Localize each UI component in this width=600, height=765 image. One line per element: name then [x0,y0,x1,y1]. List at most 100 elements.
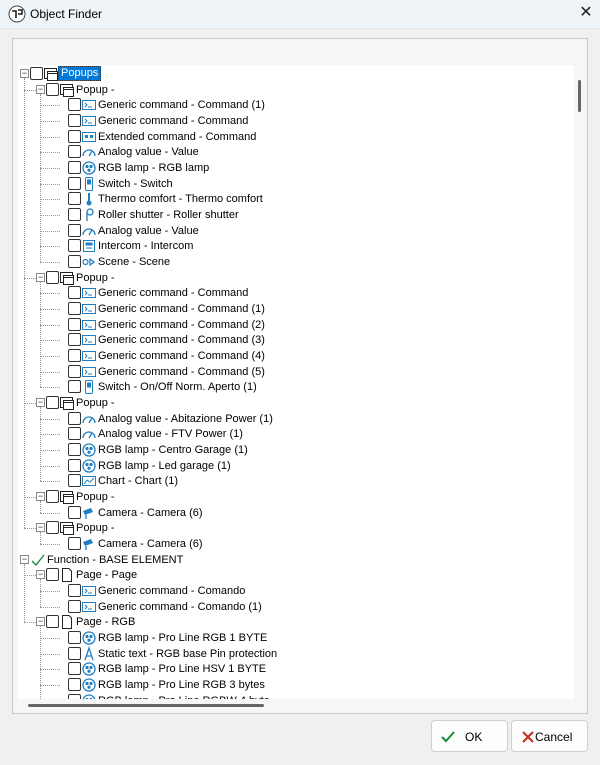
tree-item[interactable]: Extended command - Command [18,129,574,145]
tree-item[interactable]: Generic command - Command (1) [18,301,574,317]
tree-item[interactable]: − Page - RGB [18,614,574,630]
ok-button[interactable]: OK [431,720,508,752]
tree-item[interactable]: RGB lamp - Pro Line RGB 1 BYTE [18,630,574,646]
tree-item[interactable]: Analog value - Abitazione Power (1) [18,411,574,427]
item-checkbox[interactable] [68,317,81,331]
collapse-toggle-icon[interactable]: − [36,272,45,282]
item-checkbox[interactable] [46,521,59,535]
item-checkbox[interactable] [68,678,81,692]
tree-item[interactable]: − Popup - [18,489,574,505]
tree-item[interactable]: Analog value - Value [18,223,574,239]
item-checkbox[interactable] [68,427,81,441]
collapse-toggle-icon[interactable]: − [36,570,45,580]
tree-item[interactable]: Generic command - Command [18,285,574,301]
item-checkbox[interactable] [68,255,81,269]
item-checkbox[interactable] [46,490,59,504]
tree-item[interactable]: Switch - On/Off Norm. Aperto (1) [18,379,574,395]
tree-item[interactable]: − Popup - [18,395,574,411]
tree-item[interactable]: Generic command - Command (2) [18,317,574,333]
item-checkbox[interactable] [68,599,81,613]
item-checkbox[interactable] [46,396,59,410]
tree-item[interactable]: − Popup - [18,270,574,286]
item-checkbox[interactable] [68,114,81,127]
collapse-toggle-icon[interactable]: − [36,492,45,502]
tree-item[interactable]: RGB lamp - RGB lamp [18,160,574,176]
collapse-toggle-icon[interactable]: − [20,554,29,564]
item-checkbox[interactable] [68,192,81,206]
item-checkbox[interactable] [68,145,81,159]
tree-item-label: Static text - RGB base Pin protection [98,647,278,660]
item-checkbox[interactable] [68,364,81,378]
tree-item[interactable]: Camera - Camera (6) [18,536,574,552]
object-tree[interactable]: − Popups − Popup - Generic command - Command… [18,65,574,699]
collapse-toggle-icon[interactable]: − [36,398,45,408]
cancel-button[interactable]: Cancel [511,720,588,752]
item-checkbox[interactable] [68,239,81,253]
item-checkbox[interactable] [68,411,81,425]
item-checkbox[interactable] [68,129,81,143]
vertical-scroll-thumb[interactable] [578,80,581,112]
item-checkbox[interactable] [68,662,81,676]
item-checkbox[interactable] [68,693,81,699]
item-checkbox[interactable] [68,176,81,190]
tree-item[interactable]: Analog value - Value [18,144,574,160]
item-checkbox[interactable] [68,349,81,363]
tree-item[interactable]: Generic command - Command (5) [18,364,574,380]
tree-item[interactable]: − Page - Page [18,567,574,583]
tree-item[interactable]: Camera - Camera (6) [18,505,574,521]
tree-item[interactable]: Scene - Scene [18,254,574,270]
item-checkbox[interactable] [68,161,81,175]
tree-item[interactable]: Generic command - Command [18,113,574,129]
item-checkbox[interactable] [68,474,81,488]
close-x-icon [522,731,534,743]
item-checkbox[interactable] [46,615,59,629]
item-checkbox[interactable] [68,537,81,551]
item-checkbox[interactable] [68,380,81,394]
tree-item[interactable]: RGB lamp - Centro Garage (1) [18,442,574,458]
item-checkbox[interactable] [68,98,81,112]
horizontal-scroll-thumb[interactable] [28,704,264,707]
tree-item[interactable]: RGB lamp - Pro Line RGBW 4 byte [18,693,574,699]
item-checkbox[interactable] [68,458,81,472]
item-checkbox[interactable] [68,631,81,645]
tree-item[interactable]: − Popup - [18,82,574,98]
tree-item[interactable]: Thermo comfort - Thermo comfort [18,191,574,207]
tree-item[interactable]: RGB lamp - Pro Line HSV 1 BYTE [18,661,574,677]
tree-item-selected[interactable]: − Popups [18,66,574,82]
generic-command-icon [81,97,97,113]
collapse-toggle-icon[interactable]: − [20,69,29,78]
collapse-toggle-icon[interactable]: − [36,523,45,533]
item-checkbox[interactable] [46,82,59,96]
tree-item[interactable]: Switch - Switch [18,176,574,192]
tree-item[interactable]: Chart - Chart (1) [18,473,574,489]
tree-item[interactable]: Generic command - Comando (1) [18,599,574,615]
item-checkbox[interactable] [30,67,43,80]
close-button[interactable]: ✕ [574,2,598,24]
item-checkbox[interactable] [68,286,81,300]
tree-item[interactable]: Generic command - Comando [18,583,574,599]
item-checkbox[interactable] [68,646,81,660]
tree-item[interactable]: Roller shutter - Roller shutter [18,207,574,223]
collapse-toggle-icon[interactable]: − [36,617,45,627]
tree-item[interactable]: RGB lamp - Pro Line RGB 3 bytes [18,677,574,693]
item-checkbox[interactable] [68,302,81,316]
item-checkbox[interactable] [68,443,81,457]
tree-item[interactable]: Intercom - Intercom [18,238,574,254]
item-checkbox[interactable] [68,208,81,222]
item-checkbox[interactable] [46,270,59,284]
vertical-scrollbar[interactable] [576,70,584,698]
tree-item[interactable]: Generic command - Command (4) [18,348,574,364]
tree-item[interactable]: − Function - BASE ELEMENT [18,552,574,568]
tree-item[interactable]: RGB lamp - Led garage (1) [18,458,574,474]
collapse-toggle-icon[interactable]: − [36,84,45,94]
item-checkbox[interactable] [68,505,81,519]
tree-item[interactable]: Generic command - Command (3) [18,332,574,348]
item-checkbox[interactable] [68,333,81,347]
item-checkbox[interactable] [68,584,81,598]
item-checkbox[interactable] [46,568,59,582]
item-checkbox[interactable] [68,223,81,237]
tree-item[interactable]: Analog value - FTV Power (1) [18,426,574,442]
tree-item[interactable]: − Popup - [18,520,574,536]
tree-item[interactable]: Static text - RGB base Pin protection [18,645,574,662]
tree-item[interactable]: Generic command - Command (1) [18,97,574,113]
